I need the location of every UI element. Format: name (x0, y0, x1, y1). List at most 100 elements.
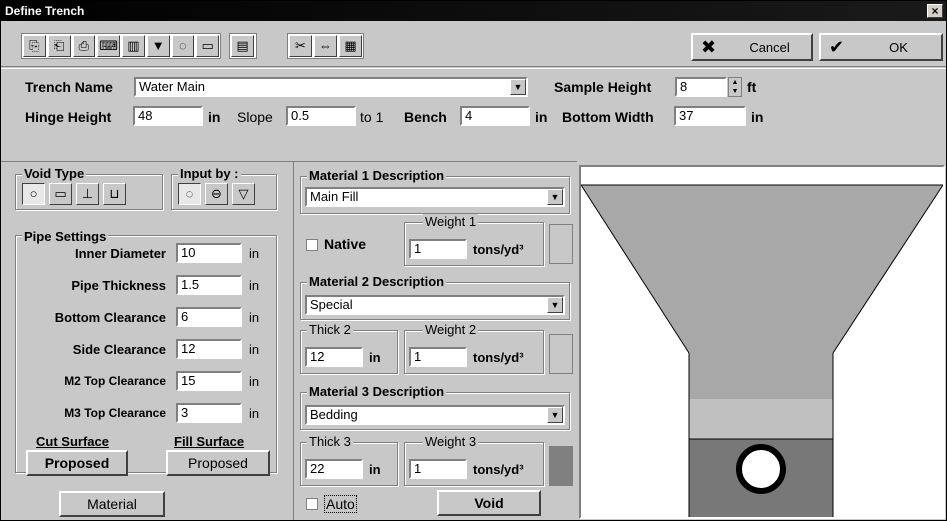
bottom-width-input[interactable]: 37 (674, 106, 746, 126)
paste-icon[interactable]: ⎗ (47, 35, 71, 57)
sample-height-spinner[interactable]: ▲ ▼ (728, 77, 742, 97)
material-3-value: Bedding (310, 407, 358, 422)
void-button[interactable]: Void (437, 490, 541, 516)
weight-2-group: Weight 2 1 tons/yd³ (404, 322, 544, 374)
circle-void-icon[interactable]: ○ (22, 183, 45, 205)
text-icon[interactable]: ▤ (231, 35, 254, 57)
ruler-icon[interactable]: ▭ (196, 35, 219, 57)
bench-input[interactable]: 4 (460, 106, 530, 126)
box-void-icon[interactable]: ⊔ (103, 183, 126, 205)
thick-3-unit: in (369, 462, 381, 477)
materials-panel: Material 1 Description Main Fill ▼ Nativ… (293, 161, 577, 520)
rectangle-void-icon[interactable]: ▭ (49, 183, 72, 205)
pipe-thickness-input[interactable]: 1.5 (176, 275, 242, 295)
define-trench-window: Define Trench × ⎘ ⎗ ⎙ ⌨ ▥ ▼ ◌ ▭ ▤ ✂ ⇔ ▦ … (0, 0, 947, 521)
m2-top-clearance-label: M2 Top Clearance (64, 374, 166, 388)
cut-icon[interactable]: ✂ (289, 35, 312, 57)
weight-2-input[interactable]: 1 (409, 347, 467, 367)
pipe-thickness-unit: in (249, 278, 260, 293)
void-type-label: Void Type (22, 166, 87, 181)
thick-3-label: Thick 3 (307, 434, 353, 449)
material-3-group: Material 3 Description Bedding ▼ (300, 384, 570, 430)
m2-top-clearance-input[interactable]: 15 (176, 371, 242, 391)
weight-3-unit: tons/yd³ (473, 462, 524, 477)
side-clearance-input[interactable]: 12 (176, 339, 242, 359)
toolbar-group-2: ▤ (229, 33, 257, 59)
chevron-down-icon[interactable]: ▼ (547, 407, 563, 423)
thick-2-label: Thick 2 (307, 322, 353, 337)
filter-icon[interactable]: ▼ (146, 35, 170, 57)
bottom-clearance-unit: in (249, 310, 260, 325)
bottom-width-label: Bottom Width (562, 109, 654, 125)
weight-1-input[interactable]: 1 (409, 239, 467, 259)
sample-height-input[interactable]: 8 (675, 77, 727, 97)
inner-diameter-unit: in (249, 246, 260, 261)
toolbar-group-3: ✂ ⇔ ▦ (287, 33, 364, 59)
fit-icon[interactable]: ⇔ (314, 35, 337, 57)
trench-name-value: Water Main (139, 79, 205, 94)
auto-label: Auto (324, 495, 357, 513)
material-1-group: Material 1 Description Main Fill ▼ (300, 168, 570, 214)
diameter-input-icon[interactable]: ◌ (178, 183, 201, 205)
rotate-icon[interactable]: ◌ (171, 35, 195, 57)
input-by-group: Input by : ◌ ⊖ ▽ (171, 166, 277, 210)
native-checkbox[interactable] (306, 239, 318, 251)
thick-2-input[interactable]: 12 (305, 347, 363, 367)
weight-3-group: Weight 3 1 tons/yd³ (404, 434, 544, 486)
cut-surface-button[interactable]: Proposed (26, 450, 128, 476)
bottom-clearance-input[interactable]: 6 (176, 307, 242, 327)
weight-3-label: Weight 3 (423, 434, 479, 449)
step-void-icon[interactable]: ⊥ (76, 183, 99, 205)
cancel-button[interactable]: ✖ Cancel (691, 33, 813, 61)
inner-diameter-input[interactable]: 10 (176, 243, 242, 263)
material-3-description-label: Material 3 Description (307, 384, 447, 399)
chevron-down-icon[interactable]: ▼ (547, 297, 563, 313)
m3-top-clearance-input[interactable]: 3 (176, 403, 242, 423)
copy-icon[interactable]: ⎘ (23, 35, 46, 57)
trench-name-label: Trench Name (25, 79, 113, 95)
toolbar: ⎘ ⎗ ⎙ ⌨ ▥ ▼ ◌ ▭ ▤ ✂ ⇔ ▦ ✖ Cancel ✔ OK (1, 21, 946, 67)
bottom-width-unit: in (751, 109, 764, 125)
ok-label: OK (889, 39, 908, 55)
weight-3-input[interactable]: 1 (409, 459, 467, 479)
fill-surface-button[interactable]: Proposed (166, 450, 270, 476)
pipe-settings-label: Pipe Settings (22, 229, 109, 244)
material-2-color-swatch[interactable] (549, 334, 573, 374)
ok-button[interactable]: ✔ OK (819, 33, 943, 61)
void-type-group: Void Type ○ ▭ ⊥ ⊔ (15, 166, 163, 210)
keyboard-icon[interactable]: ⌨ (97, 35, 120, 57)
side-clearance-unit: in (249, 342, 260, 357)
thick-2-group: Thick 2 12 in (300, 322, 398, 374)
material-3-color-swatch[interactable] (549, 446, 573, 486)
trench-preview (579, 165, 945, 519)
material-button[interactable]: Material (59, 491, 165, 517)
auto-checkbox[interactable] (306, 498, 318, 510)
material-3-dropdown[interactable]: Bedding ▼ (305, 405, 565, 425)
slope-input[interactable]: 0.5 (286, 106, 356, 126)
sample-height-label: Sample Height (554, 79, 652, 95)
thick-3-input[interactable]: 22 (305, 459, 363, 479)
print-icon[interactable]: ⎙ (72, 35, 96, 57)
thick-3-group: Thick 3 22 in (300, 434, 398, 486)
hinge-height-label: Hinge Height (25, 109, 112, 125)
material-2-group: Material 2 Description Special ▼ (300, 274, 570, 320)
chevron-down-icon[interactable]: ▼ (510, 79, 526, 95)
toolbar-group-1: ⎘ ⎗ ⎙ ⌨ ▥ ▼ ◌ ▭ (21, 33, 221, 59)
inner-diameter-label: Inner Diameter (74, 246, 166, 261)
title-bar: Define Trench × (1, 1, 946, 21)
trapezoid-input-icon[interactable]: ▽ (232, 183, 255, 205)
material-1-color-swatch[interactable] (549, 224, 573, 264)
hinge-height-input[interactable]: 48 (133, 106, 203, 126)
section-input-icon[interactable]: ⊖ (205, 183, 228, 205)
trench-name-dropdown[interactable]: Water Main ▼ (134, 77, 528, 97)
material-1-dropdown[interactable]: Main Fill ▼ (305, 187, 565, 207)
hinge-height-unit: in (208, 109, 221, 125)
chart-icon[interactable]: ▥ (122, 35, 145, 57)
sample-height-unit: ft (747, 79, 757, 95)
material-2-dropdown[interactable]: Special ▼ (305, 295, 565, 315)
close-icon[interactable]: × (927, 4, 943, 18)
chevron-down-icon[interactable]: ▼ (547, 189, 563, 205)
fill-shaft-zone (689, 353, 833, 399)
report-icon[interactable]: ▦ (339, 35, 362, 57)
pipe-settings-group: Pipe Settings Inner Diameter 10 in Pipe … (15, 229, 277, 476)
